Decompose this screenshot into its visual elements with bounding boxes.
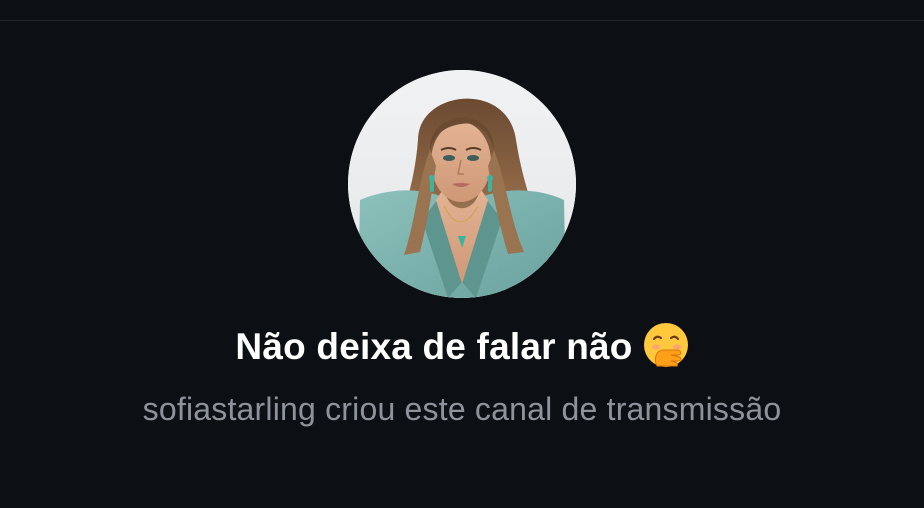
channel-title-text: Não deixa de falar não <box>235 326 633 367</box>
channel-title: Não deixa de falar não <box>0 322 924 372</box>
top-divider <box>0 20 924 21</box>
channel-avatar[interactable] <box>348 70 576 298</box>
channel-subtitle: sofiastarling criou este canal de transm… <box>142 391 782 427</box>
face-with-hand-over-mouth-icon <box>643 322 689 368</box>
